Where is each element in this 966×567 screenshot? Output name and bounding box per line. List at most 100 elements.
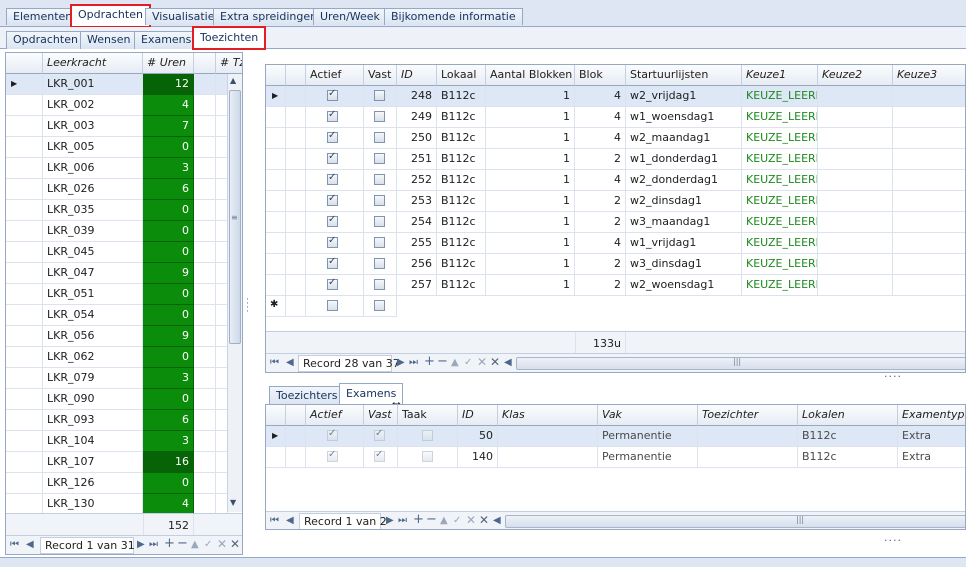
teacher-name-cell[interactable]: LKR_002 [43,95,143,116]
lokaal-cell[interactable]: B112c [437,107,486,128]
vast-cell[interactable] [364,128,397,149]
actief-cell[interactable] [306,275,364,296]
uren-cell[interactable]: 0 [143,347,194,368]
tab-extra-spreidingen[interactable]: Extra spreidingen [213,8,325,25]
lokaal-cell[interactable]: B112c [437,149,486,170]
uren-cell[interactable]: 3 [143,158,194,179]
nav-next-icon[interactable]: ▶ [397,357,405,368]
vast-checkbox[interactable] [374,153,385,164]
vast-cell[interactable] [364,149,397,170]
uren-cell[interactable]: 0 [143,284,194,305]
blok-cell[interactable]: 2 [575,191,626,212]
klas-cell[interactable] [498,447,598,468]
hscroll-left-icon[interactable]: ◀ [493,515,501,526]
nav-confirm-icon[interactable]: ✓ [204,539,212,550]
nav-prev-icon[interactable]: ◀ [26,539,34,550]
vertical-splitter-grip[interactable]: · · · · [246,296,249,317]
uren-cell[interactable]: 0 [143,221,194,242]
col-header-keuze1[interactable]: Keuze1 [742,65,818,86]
col-header-lokalen[interactable]: Lokalen [798,405,898,426]
nav-first-icon[interactable]: ⏮ [270,357,279,368]
startuurlijst-cell[interactable]: w3_dinsdag1 [626,254,742,275]
keuze3-cell[interactable] [893,86,965,107]
keuze1-cell[interactable]: KEUZE_LEERK [742,149,818,170]
uren-cell[interactable]: 9 [143,326,194,347]
nav-last-icon[interactable]: ⏭ [149,539,158,550]
nav-add-icon[interactable]: + [413,512,424,527]
col-header-actief[interactable]: Actief [306,65,364,86]
keuze1-cell[interactable]: KEUZE_LEERK [742,212,818,233]
actief-cell[interactable] [306,86,364,107]
examentype-cell[interactable]: Extra [898,447,965,468]
toezichter-cell[interactable] [698,426,798,447]
col-header-klas[interactable]: Klas [498,405,598,426]
vast-checkbox[interactable] [374,111,385,122]
keuze1-cell[interactable]: KEUZE_LEERK [742,233,818,254]
keuze3-cell[interactable] [893,128,965,149]
teacher-name-cell[interactable]: LKR_093 [43,410,143,431]
blok-cell[interactable]: 4 [575,233,626,254]
col-header-aantal-blokken[interactable]: Aantal Blokken [486,65,575,86]
vast-checkbox[interactable] [374,258,385,269]
keuze2-cell[interactable] [818,86,893,107]
col-header-startuurlijsten[interactable]: Startuurlijsten [626,65,742,86]
tab-sub-wensen[interactable]: Wensen [80,31,138,49]
tab-bijkomende-informatie[interactable]: Bijkomende informatie [384,8,523,25]
teacher-name-cell[interactable]: LKR_107 [43,452,143,473]
blok-cell[interactable]: 4 [575,128,626,149]
uren-cell[interactable]: 0 [143,137,194,158]
nav-add-icon[interactable]: + [164,536,175,551]
new-row-vast-checkbox[interactable] [374,300,385,311]
new-row-actief-cell[interactable] [306,296,364,317]
vast-cell[interactable] [364,254,397,275]
new-row-actief-checkbox[interactable] [327,300,338,311]
uren-cell[interactable]: 7 [143,116,194,137]
col-header-toezichter[interactable]: Toezichter [698,405,798,426]
nav-confirm-icon[interactable]: ✓ [453,515,461,526]
keuze1-cell[interactable]: KEUZE_LEERK [742,191,818,212]
tab-sub-examens[interactable]: Examens [134,31,199,49]
aantal-blokken-cell[interactable]: 1 [486,149,575,170]
col-header-id[interactable]: ID [458,405,498,426]
blok-cell[interactable]: 4 [575,86,626,107]
vast-checkbox[interactable] [374,237,385,248]
teacher-name-cell[interactable]: LKR_056 [43,326,143,347]
teacher-name-cell[interactable]: LKR_006 [43,158,143,179]
taak-cell[interactable] [398,426,458,447]
keuze3-cell[interactable] [893,275,965,296]
keuze1-cell[interactable]: KEUZE_LEERK [742,128,818,149]
nav-prev-icon[interactable]: ◀ [286,515,294,526]
actief-checkbox[interactable] [327,193,338,206]
keuze2-cell[interactable] [818,254,893,275]
nav-delete-icon[interactable]: − [437,354,448,369]
nav-prev-icon[interactable]: ◀ [286,357,294,368]
uren-cell[interactable]: 0 [143,242,194,263]
aantal-blokken-cell[interactable]: 1 [486,275,575,296]
keuze1-cell[interactable]: KEUZE_LEERK [742,107,818,128]
horizontal-splitter-grip-bottom[interactable]: ···· [884,534,902,547]
startuurlijst-cell[interactable]: w2_vrijdag1 [626,86,742,107]
vast-checkbox[interactable] [374,279,385,290]
keuze2-cell[interactable] [818,233,893,254]
scroll-up-icon[interactable]: ▲ [230,76,236,85]
lokaal-cell[interactable]: B112c [437,191,486,212]
col-header-examentype[interactable]: Examentype [898,405,965,426]
uren-cell[interactable]: 0 [143,389,194,410]
vast-cell[interactable] [364,275,397,296]
taak-checkbox[interactable] [422,430,433,441]
actief-cell[interactable] [306,128,364,149]
tab-sub-toezichten[interactable]: Toezichten [191,26,267,50]
nav-add-icon[interactable]: + [424,354,435,369]
taak-cell[interactable] [398,447,458,468]
teacher-name-cell[interactable]: LKR_090 [43,389,143,410]
col-header-vast[interactable]: Vast [364,65,397,86]
startuurlijst-cell[interactable]: w1_donderdag1 [626,149,742,170]
keuze3-cell[interactable] [893,233,965,254]
keuze2-cell[interactable] [818,212,893,233]
tab-visualisatie[interactable]: Visualisatie [145,8,222,25]
keuze3-cell[interactable] [893,254,965,275]
lokaal-cell[interactable]: B112c [437,254,486,275]
aantal-blokken-cell[interactable]: 1 [486,233,575,254]
nav-next-icon[interactable]: ▶ [386,515,394,526]
tab-uren-week[interactable]: Uren/Week [313,8,387,25]
